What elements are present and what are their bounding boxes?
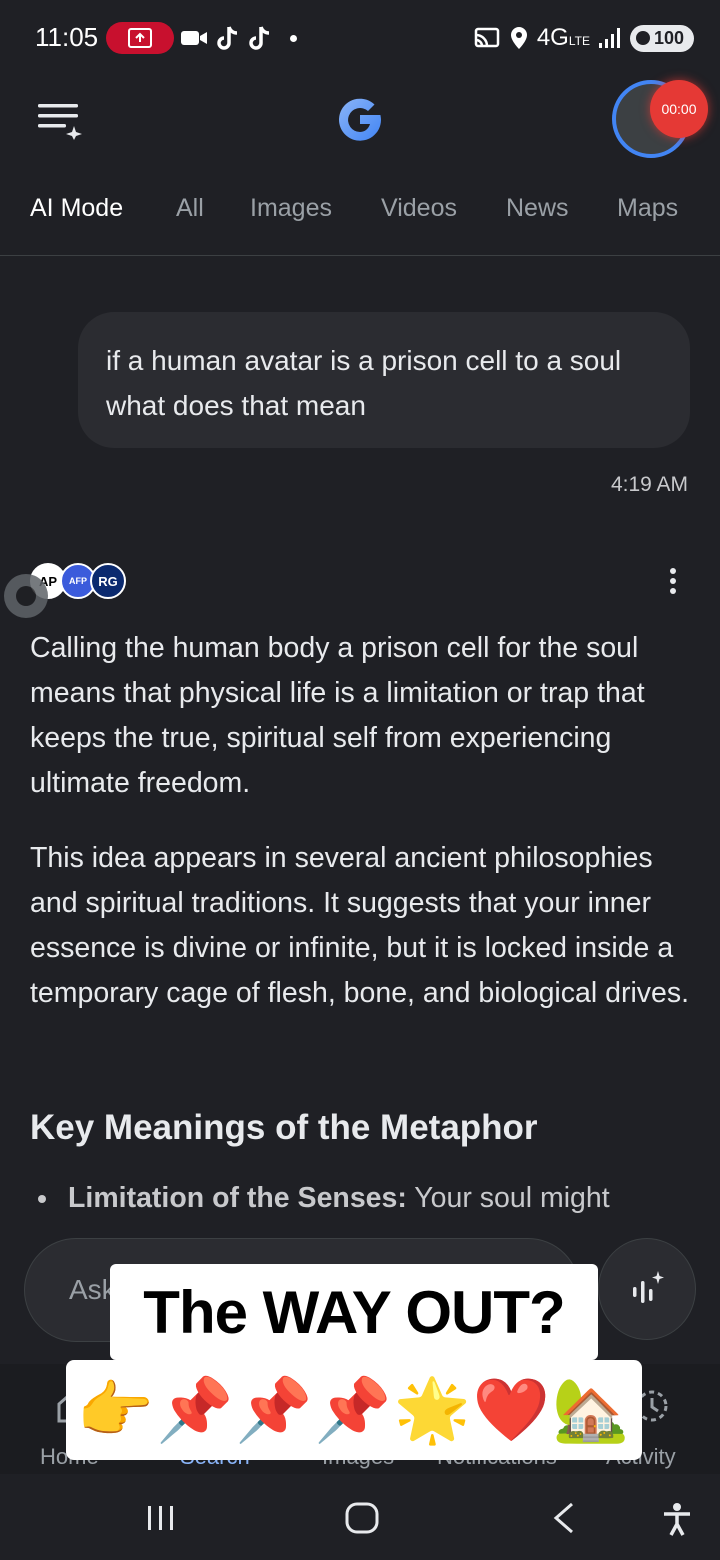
network-type: 4GLTE — [536, 24, 590, 51]
more-notifications-dot — [290, 34, 297, 42]
recent-apps-icon[interactable] — [146, 1504, 176, 1532]
screen-record-icon — [128, 28, 152, 48]
tab-images[interactable]: Images — [250, 194, 332, 223]
tab-news[interactable]: News — [506, 194, 569, 223]
camera-bubble-icon[interactable] — [4, 574, 48, 618]
tiktok-icon — [217, 26, 238, 50]
system-navigation-bar — [0, 1474, 720, 1560]
section-heading: Key Meanings of the Metaphor — [30, 1108, 538, 1147]
google-logo-icon[interactable] — [334, 94, 386, 146]
tab-maps[interactable]: Maps — [617, 194, 678, 223]
user-query-bubble: if a human avatar is a prison cell to a … — [78, 312, 690, 448]
home-button-icon[interactable] — [345, 1502, 379, 1534]
bullet-text: Your soul might — [414, 1182, 610, 1214]
back-icon[interactable] — [552, 1502, 576, 1534]
bullet-item: Limitation of the Senses: Your soul migh… — [38, 1182, 610, 1215]
voice-sparkle-icon — [633, 1271, 664, 1303]
source-favicons[interactable]: AP AFP RG — [30, 563, 150, 601]
signal-icon — [598, 28, 620, 48]
more-options-icon[interactable] — [664, 566, 682, 596]
menu-icon[interactable] — [36, 100, 82, 140]
tab-videos[interactable]: Videos — [381, 194, 457, 223]
answer-paragraph: Calling the human body a prison cell for… — [30, 632, 645, 799]
tiktok-icon — [249, 26, 270, 50]
search-tabs: AI Mode All Images Videos News Maps — [0, 190, 720, 256]
voice-search-button[interactable] — [598, 1238, 696, 1340]
bullet-dot — [38, 1195, 46, 1204]
tab-ai-mode[interactable]: AI Mode — [30, 194, 123, 223]
accessibility-icon[interactable] — [662, 1502, 692, 1536]
system-status-icons: 4GLTE 100 — [473, 22, 694, 54]
recording-timer[interactable]: 00:00 — [650, 80, 708, 138]
answer-paragraph: This idea appears in several ancient phi… — [30, 842, 690, 1009]
tab-all[interactable]: All — [176, 194, 204, 223]
cast-icon — [474, 27, 500, 48]
status-bar: 11:05 4GLTE 100 — [0, 0, 720, 76]
bullet-title: Limitation of the Senses: — [68, 1182, 407, 1214]
battery-saver-icon — [635, 31, 650, 45]
battery-indicator: 100 — [629, 24, 694, 52]
screen-record-indicator[interactable] — [106, 22, 174, 54]
notification-icons — [180, 22, 297, 54]
overlay-caption-emojis: 👉📌📌📌🌟❤️🏡 — [66, 1360, 642, 1460]
location-icon — [510, 27, 527, 49]
video-camera-icon — [181, 31, 207, 45]
overlay-caption-title: The WAY OUT? — [110, 1264, 598, 1360]
status-time: 11:05 — [35, 22, 99, 52]
ask-placeholder: Ask — [69, 1274, 116, 1305]
source-rg[interactable]: RG — [90, 563, 126, 599]
query-timestamp: 4:19 AM — [610, 473, 688, 496]
